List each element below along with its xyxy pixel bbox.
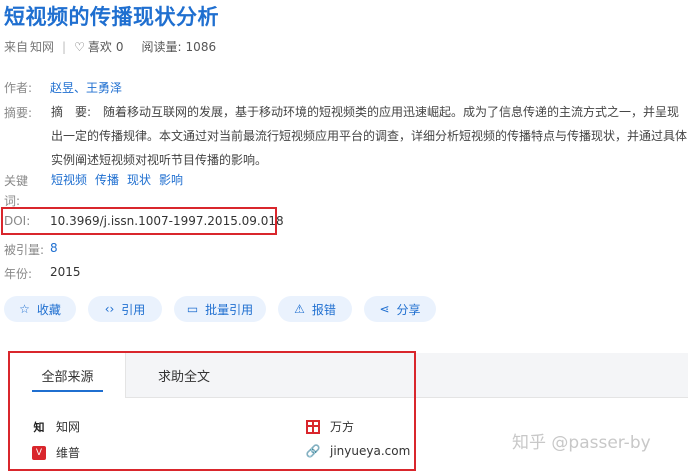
source-link-wanfang[interactable]: 万方 bbox=[306, 418, 354, 435]
source-prefix: 来自 bbox=[4, 40, 29, 54]
likes-count: 0 bbox=[115, 39, 124, 54]
abstract-label: 摘要: bbox=[4, 106, 33, 120]
source-label: 知网 bbox=[56, 420, 81, 434]
source-label: jinyueya.com bbox=[330, 444, 411, 458]
meta-divider: | bbox=[62, 39, 67, 54]
link-icon: 🔗 bbox=[305, 444, 321, 458]
source-label: 维普 bbox=[56, 446, 81, 460]
keywords-label: 关键词: bbox=[4, 174, 29, 208]
collect-button[interactable]: ☆ 收藏 bbox=[4, 296, 76, 322]
source-name: 知网 bbox=[30, 40, 55, 54]
year-label: 年份: bbox=[4, 267, 33, 281]
abstract-label-row: 摘要: bbox=[4, 104, 50, 121]
article-meta: 来自 知网 | ♡ 喜欢 0 阅读量: 1086 bbox=[4, 38, 216, 55]
collect-label: 收藏 bbox=[36, 302, 61, 317]
share-icon: ⋖ bbox=[379, 302, 390, 316]
wanfang-icon bbox=[306, 419, 320, 434]
source-link-cnki[interactable]: 知 知网 bbox=[32, 418, 81, 435]
author-label: 作者: bbox=[4, 81, 33, 95]
cite-label: 引用 bbox=[121, 302, 146, 317]
reads-label: 阅读量: bbox=[141, 40, 182, 54]
cnki-icon: 知 bbox=[33, 420, 45, 434]
cited-label: 被引量: bbox=[4, 243, 45, 257]
source-label: 万方 bbox=[330, 420, 355, 434]
author-row: 作者: 赵昱、王勇泽 bbox=[4, 79, 130, 96]
source-link-jinyueya[interactable]: 🔗 jinyueya.com bbox=[305, 444, 411, 458]
year-row: 年份: 2015 bbox=[4, 265, 81, 282]
batch-cite-label: 批量引用 bbox=[205, 302, 254, 317]
author-link-2[interactable]: 王勇泽 bbox=[86, 81, 122, 95]
cited-row: 被引量: 8 bbox=[4, 241, 66, 258]
vip-icon: V bbox=[32, 445, 46, 460]
year-value: 2015 bbox=[50, 265, 81, 279]
reads-count: 1086 bbox=[185, 39, 217, 54]
heart-icon: ♡ bbox=[74, 39, 85, 54]
watermark: 知乎 @passer-by bbox=[512, 433, 651, 453]
star-icon: ☆ bbox=[19, 302, 30, 316]
warning-icon: ⚠ bbox=[294, 302, 305, 316]
source-link-vip[interactable]: V 维普 bbox=[32, 444, 80, 461]
article-title: 短视频的传播现状分析 bbox=[4, 5, 219, 29]
keyword-link[interactable]: 影响 bbox=[159, 171, 183, 188]
keyword-link[interactable]: 传播 bbox=[95, 171, 119, 188]
keyword-link[interactable]: 现状 bbox=[127, 171, 151, 188]
likes-label: 喜欢 bbox=[87, 40, 112, 54]
batch-cite-button[interactable]: ▭ 批量引用 bbox=[174, 296, 266, 322]
author-link-1[interactable]: 赵昱 bbox=[50, 81, 74, 95]
doi-label: DOI: bbox=[4, 214, 31, 228]
action-bar: ☆ 收藏 ‹› 引用 ▭ 批量引用 ⚠ 报错 ⋖ 分享 bbox=[4, 296, 448, 322]
cited-count-link[interactable]: 8 bbox=[50, 241, 58, 258]
share-label: 分享 bbox=[396, 302, 421, 317]
folder-icon: ▭ bbox=[186, 302, 199, 316]
abstract-text: 摘 要: 随着移动互联网的发展，基于移动环境的短视频类的应用迅速崛起。成为了信息… bbox=[51, 105, 688, 167]
cite-button[interactable]: ‹› 引用 bbox=[88, 296, 162, 322]
doi-value[interactable]: 10.3969/j.issn.1007-1997.2015.09.018 bbox=[50, 214, 284, 228]
share-button[interactable]: ⋖ 分享 bbox=[364, 296, 436, 322]
code-icon: ‹› bbox=[104, 302, 115, 316]
keyword-link[interactable]: 短视频 bbox=[51, 171, 87, 188]
author-separator: 、 bbox=[74, 81, 87, 95]
doi-row: DOI: 10.3969/j.issn.1007-1997.2015.09.01… bbox=[4, 214, 284, 228]
report-error-button[interactable]: ⚠ 报错 bbox=[278, 296, 352, 322]
like-button[interactable]: ♡ 喜欢 0 bbox=[74, 38, 123, 55]
report-label: 报错 bbox=[311, 302, 336, 317]
keywords-list: 短视频 传播 现状 影响 bbox=[51, 171, 191, 188]
